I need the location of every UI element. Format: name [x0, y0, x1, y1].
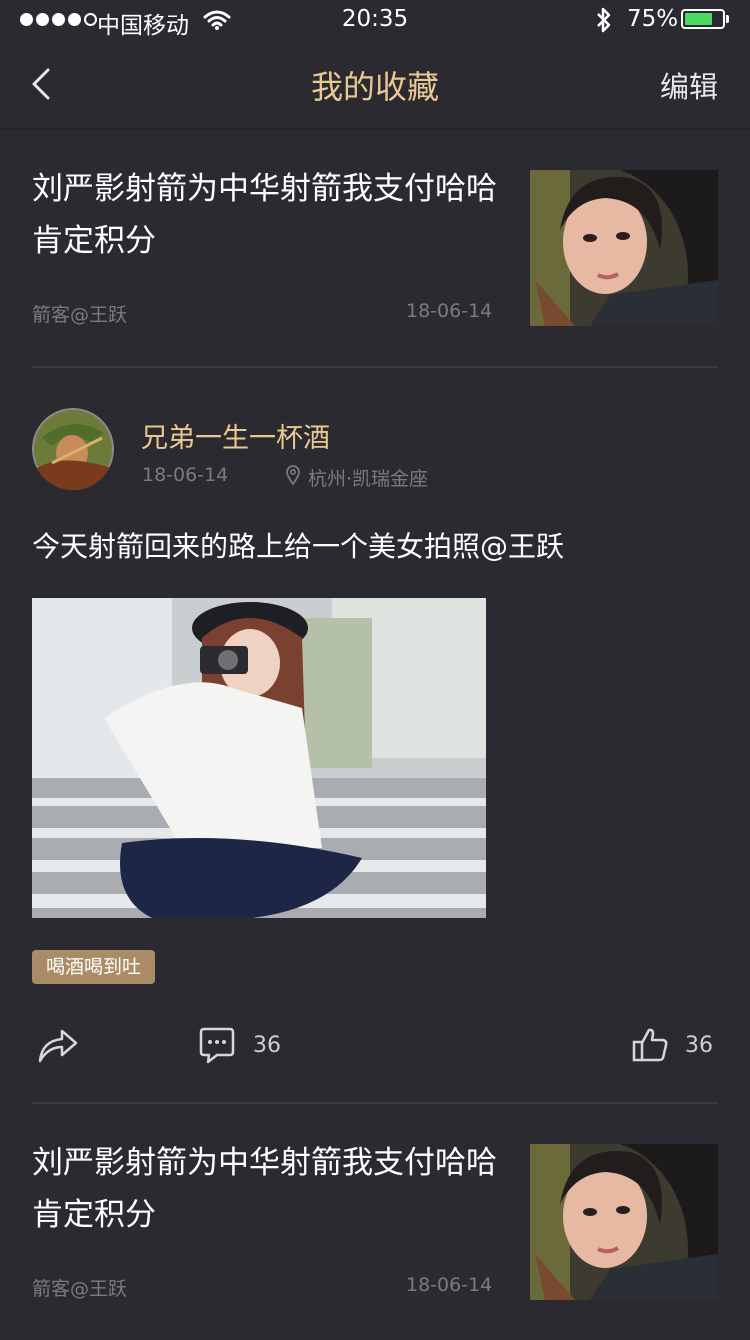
- article-card[interactable]: 刘严影射箭为中华射箭我支付哈哈肯定积分 箭客@王跃 18-06-14: [32, 163, 718, 359]
- avatar[interactable]: [32, 408, 114, 490]
- comment-count: 36: [253, 1032, 281, 1058]
- post-photo[interactable]: [32, 598, 486, 918]
- status-bar: 中国移动 20:35 75%: [0, 0, 750, 40]
- share-button[interactable]: [36, 1022, 80, 1068]
- article-title: 刘严影射箭为中华射箭我支付哈哈肯定积分: [32, 171, 497, 259]
- article-thumbnail: [530, 170, 718, 326]
- page-title: 我的收藏: [310, 68, 439, 106]
- bluetooth-icon: [597, 7, 611, 33]
- battery-icon: [681, 9, 725, 29]
- edit-button[interactable]: 编辑: [660, 64, 718, 106]
- article-card[interactable]: 刘严影射箭为中华射箭我支付哈哈肯定积分 箭客@王跃 18-06-14: [32, 1137, 718, 1333]
- post-text: 今天射箭回来的路上给一个美女拍照@王跃: [32, 530, 565, 563]
- article-date: 18-06-14: [406, 300, 493, 322]
- battery-level: [685, 13, 712, 25]
- nav-bar: 我的收藏 编辑: [0, 40, 750, 130]
- like-button[interactable]: 36: [631, 1022, 713, 1068]
- article-thumbnail: [530, 1144, 718, 1300]
- location-pin-icon: [286, 465, 300, 486]
- comment-button[interactable]: 36: [197, 1022, 281, 1068]
- share-icon: [38, 1029, 78, 1063]
- article-title: 刘严影射箭为中华射箭我支付哈哈肯定积分: [32, 1145, 497, 1233]
- divider: [32, 366, 718, 368]
- post-tag[interactable]: 喝酒喝到吐: [32, 950, 156, 984]
- post-date: 18-06-14: [142, 464, 229, 486]
- battery-percent: 75%: [627, 6, 679, 32]
- thumbs-up-icon: [632, 1028, 668, 1062]
- like-count: 36: [685, 1032, 713, 1058]
- article-author: 箭客@王跃: [32, 1278, 128, 1300]
- comment-icon: [199, 1027, 235, 1064]
- username[interactable]: 兄弟一生一杯酒: [141, 416, 330, 455]
- post-location: 杭州·凯瑞金座: [308, 468, 429, 490]
- article-author: 箭客@王跃: [32, 304, 128, 326]
- article-date: 18-06-14: [406, 1274, 493, 1296]
- battery-tip: [726, 15, 729, 23]
- divider: [32, 1102, 718, 1104]
